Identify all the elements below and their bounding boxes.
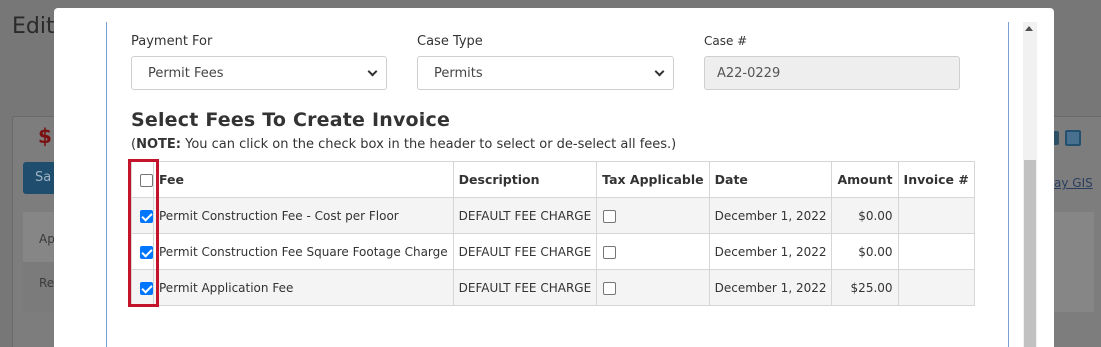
column-header-invoice: Invoice # (897, 161, 975, 198)
chevron-down-icon (367, 66, 378, 77)
fee-description: DEFAULT FEE CHARGE (452, 197, 598, 234)
payment-for-value: Permit Fees (148, 66, 224, 81)
tax-cell (596, 269, 710, 306)
fee-amount: $25.00 (831, 269, 899, 306)
section-note: (NOTE: You can click on the check box in… (131, 137, 677, 152)
fee-name: Permit Construction Fee Square Footage C… (153, 233, 454, 270)
fee-invoice (897, 269, 975, 306)
select-all-checkbox[interactable] (140, 174, 153, 187)
create-invoice-modal: Payment For Permit Fees Case Type Permit… (54, 8, 1054, 347)
fee-date: December 1, 2022 (708, 233, 833, 270)
fee-invoice (897, 197, 975, 234)
section-heading: Select Fees To Create Invoice (131, 109, 451, 131)
fee-date: December 1, 2022 (708, 197, 833, 234)
fee-amount: $0.00 (831, 233, 899, 270)
payment-for-label: Payment For (131, 34, 213, 49)
tax-cell (596, 233, 710, 270)
table-row: Permit Construction Fee - Cost per Floor… (131, 197, 975, 234)
case-type-label: Case Type (417, 34, 483, 49)
fee-name: Permit Application Fee (153, 269, 454, 306)
fee-name: Permit Construction Fee - Cost per Floor (153, 197, 454, 234)
background-side-panel (1054, 212, 1094, 312)
table-header-row: Fee Description Tax Applicable Date Amou… (131, 161, 975, 198)
page-title: Edit (12, 14, 55, 39)
fee-amount: $0.00 (831, 197, 899, 234)
payment-for-select[interactable]: Permit Fees (131, 56, 387, 90)
gis-link: ay GIS (1054, 176, 1093, 190)
fee-date: December 1, 2022 (708, 269, 833, 306)
column-header-tax: Tax Applicable (596, 161, 710, 198)
tax-applicable-checkbox[interactable] (603, 209, 617, 223)
column-header-description: Description (452, 161, 598, 198)
case-number-label: Case # (704, 34, 748, 48)
select-all-cell (131, 161, 154, 198)
chevron-down-icon (654, 66, 665, 77)
case-type-value: Permits (434, 66, 483, 81)
column-header-date: Date (708, 161, 833, 198)
table-row: Permit Construction Fee Square Footage C… (131, 233, 975, 270)
row-select-checkbox[interactable] (140, 245, 153, 259)
scrollbar-thumb[interactable] (1024, 160, 1036, 347)
note-text: You can click on the check box in the he… (180, 137, 677, 152)
fee-invoice (897, 233, 975, 270)
case-type-select[interactable]: Permits (417, 56, 674, 90)
row-select-checkbox[interactable] (140, 281, 153, 295)
row-select-checkbox[interactable] (140, 209, 153, 223)
row-select-cell (131, 197, 154, 234)
tax-applicable-checkbox[interactable] (603, 281, 617, 295)
expand-icon (1065, 130, 1081, 146)
tax-cell (596, 197, 710, 234)
case-number-field: A22-0229 (704, 56, 960, 90)
fees-table: Fee Description Tax Applicable Date Amou… (131, 161, 975, 306)
scroll-up-arrow-icon[interactable] (1025, 26, 1033, 31)
table-row: Permit Application Fee DEFAULT FEE CHARGE… (131, 269, 975, 306)
fee-description: DEFAULT FEE CHARGE (452, 269, 598, 306)
column-header-amount: Amount (831, 161, 899, 198)
fee-description: DEFAULT FEE CHARGE (452, 233, 598, 270)
amount-indicator: $ (38, 124, 52, 148)
tax-applicable-checkbox[interactable] (603, 245, 617, 259)
note-label: NOTE: (136, 137, 181, 152)
row-select-cell (131, 233, 154, 270)
row-select-cell (131, 269, 154, 306)
column-header-fee: Fee (153, 161, 454, 198)
